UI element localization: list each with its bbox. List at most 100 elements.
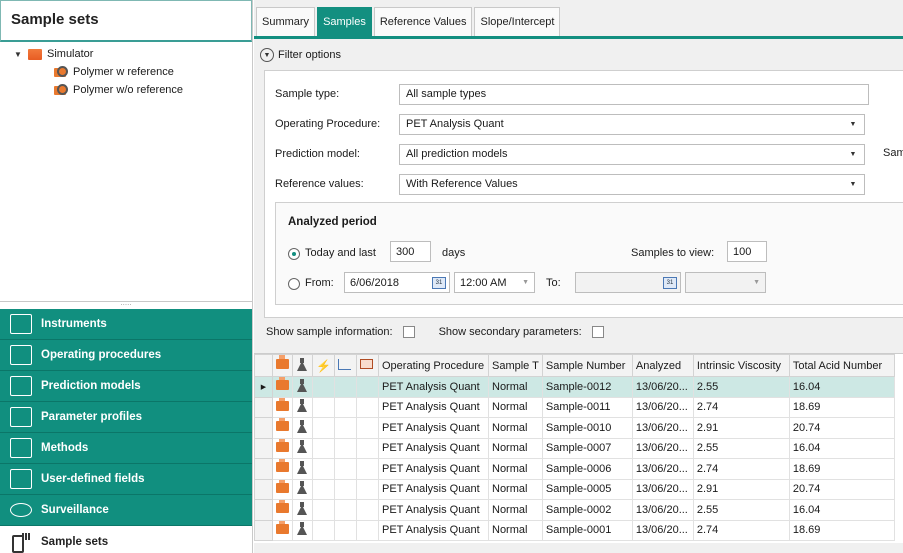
empty-cell <box>334 437 357 459</box>
nav-surveillance[interactable]: Surveillance <box>0 495 252 526</box>
table-row[interactable]: PET Analysis Quant Normal Sample-0010 13/06… <box>254 417 895 439</box>
tab-reference-values[interactable]: Reference Values <box>373 7 473 36</box>
table-row[interactable]: PET Analysis Quant Normal Sample-0011 13/06… <box>254 396 895 418</box>
nav-instruments[interactable]: Instruments <box>0 309 252 340</box>
nav-parameter-profiles[interactable]: Parameter profiles <box>0 402 252 433</box>
days-input[interactable]: 300 <box>390 241 431 262</box>
tab-samples[interactable]: Samples <box>317 7 372 36</box>
prediction-model-select[interactable]: All prediction models ▼ <box>399 143 865 165</box>
show-sample-info-checkbox[interactable] <box>402 326 415 338</box>
reference-values-label: Reference values: <box>275 178 364 190</box>
parameter-chart-icon <box>10 407 32 427</box>
column-header-calendar[interactable] <box>356 354 379 377</box>
sample-type-row: Sample type: All sample types <box>275 83 869 105</box>
from-radio[interactable] <box>288 278 300 290</box>
collapse-chevron-icon[interactable]: ▼ <box>260 48 274 62</box>
operating-procedure-select[interactable]: PET Analysis Quant ▼ <box>399 113 865 135</box>
cell-intrinsic-viscosity: 2.55 <box>692 499 790 521</box>
from-label: From: <box>305 277 334 289</box>
sample-set-icon <box>54 66 68 78</box>
column-header-intrinsic-viscosity[interactable]: Intrinsic Viscosity <box>692 354 790 377</box>
nav-sample-sets[interactable]: Sample sets <box>0 526 252 553</box>
analyzed-period-title: Analyzed period <box>288 216 377 228</box>
nav-label: Sample sets <box>41 535 109 548</box>
table-row[interactable]: PET Analysis Quant Normal Sample-0001 13/06… <box>254 519 895 541</box>
table-row[interactable]: PET Analysis Quant Normal Sample-0006 13/06… <box>254 458 895 480</box>
to-time-input[interactable]: ▼ <box>685 272 766 293</box>
empty-cell <box>334 396 357 418</box>
expand-arrow-icon[interactable]: ▼ <box>14 50 24 59</box>
filter-options-toggle[interactable]: ▼ Filter options <box>260 48 341 62</box>
reference-values-select[interactable]: With Reference Values ▼ <box>399 173 865 195</box>
empty-cell <box>356 458 379 480</box>
nav-prediction-models[interactable]: Prediction models <box>0 371 252 402</box>
cell-analyzed: 13/06/20... <box>631 499 694 521</box>
column-header-flask[interactable] <box>292 354 313 377</box>
time-dropdown-arrow-icon[interactable]: ▼ <box>522 279 529 286</box>
column-header-flag[interactable]: ⚡ <box>312 354 335 377</box>
empty-cell <box>356 519 379 541</box>
today-and-last-radio[interactable] <box>288 248 300 260</box>
grid-footer <box>254 543 903 553</box>
splitter-grip[interactable]: ..... <box>120 298 131 307</box>
field-icon <box>10 469 32 489</box>
dropdown-arrow-icon[interactable]: ▼ <box>842 175 864 194</box>
row-selector[interactable] <box>254 396 273 418</box>
cell-operating-procedure: PET Analysis Quant <box>378 478 489 500</box>
column-header-total-acid-number[interactable]: Total Acid Number <box>788 354 895 377</box>
row-selector[interactable] <box>254 437 273 459</box>
cell-sample-type: Normal <box>488 396 543 418</box>
row-selector[interactable] <box>254 458 273 480</box>
dropdown-arrow-icon[interactable]: ▼ <box>842 115 864 134</box>
tab-slope-intercept[interactable]: Slope/Intercept <box>474 7 561 36</box>
panel-splitter[interactable]: ..... <box>0 298 252 308</box>
empty-cell <box>356 417 379 439</box>
time-dropdown-arrow-icon[interactable]: ▼ <box>753 279 760 286</box>
samples-table: ⚡ Operating Procedure Sample T Sample Nu… <box>254 354 895 541</box>
calendar-icon[interactable]: 31 <box>432 277 446 289</box>
tree-node-label: Polymer w reference <box>73 66 174 78</box>
nav-user-defined-fields[interactable]: User-defined fields <box>0 464 252 495</box>
column-header-sample-number[interactable]: Sample Number <box>541 354 633 377</box>
table-row[interactable]: PET Analysis Quant Normal Sample-0007 13/06… <box>254 437 895 459</box>
table-row[interactable]: PET Analysis Quant Normal Sample-0005 13/06… <box>254 478 895 500</box>
dropdown-arrow-icon[interactable]: ▼ <box>842 145 864 164</box>
folder-icon <box>276 418 289 432</box>
row-selector[interactable] <box>254 478 273 500</box>
panel-title: Sample sets <box>11 11 99 28</box>
tree-node-simulator[interactable]: ▼ Simulator <box>0 45 252 63</box>
from-time-input[interactable]: 12:00 AM ▼ <box>454 272 535 293</box>
row-selector[interactable] <box>254 499 273 521</box>
grid-header-row: ⚡ Operating Procedure Sample T Sample Nu… <box>254 354 895 377</box>
sample-type-field[interactable]: All sample types <box>399 83 869 105</box>
tree-node-polymer-w-reference[interactable]: Polymer w reference <box>0 63 252 81</box>
column-header-chart[interactable] <box>334 354 357 377</box>
empty-cell <box>356 396 379 418</box>
calendar-icon[interactable]: 31 <box>663 277 677 289</box>
row-selector[interactable] <box>254 417 273 439</box>
samples-to-view-input[interactable]: 100 <box>727 241 767 262</box>
current-row-indicator-icon[interactable]: ▶ <box>254 376 273 398</box>
column-header-folder[interactable] <box>272 354 293 377</box>
nav-methods[interactable]: Methods <box>0 433 252 464</box>
calendar-icon <box>360 359 373 369</box>
tab-summary[interactable]: Summary <box>256 7 316 36</box>
flask-icon <box>296 501 308 515</box>
row-selector[interactable] <box>254 519 273 541</box>
column-header-operating-procedure[interactable]: Operating Procedure <box>378 354 489 377</box>
nav-label: Parameter profiles <box>41 411 142 423</box>
nav-label: User-defined fields <box>41 473 145 485</box>
display-options-row: Show sample information: Show secondary … <box>266 326 628 338</box>
filter-panel: Sample type: All sample types Operating … <box>264 70 903 318</box>
cell-intrinsic-viscosity: 2.74 <box>692 458 790 480</box>
column-header-sample-type[interactable]: Sample T <box>488 354 543 377</box>
folder-icon <box>276 377 289 391</box>
table-row[interactable]: ▶ PET Analysis Quant Normal Sample-0012 13/0… <box>254 376 895 398</box>
today-and-last-label: Today and last <box>305 247 376 259</box>
show-secondary-checkbox[interactable] <box>591 326 604 338</box>
empty-cell <box>334 478 357 500</box>
column-header-analyzed[interactable]: Analyzed <box>631 354 694 377</box>
table-row[interactable]: PET Analysis Quant Normal Sample-0002 13/06… <box>254 499 895 521</box>
tree-node-polymer-wo-reference[interactable]: Polymer w/o reference <box>0 81 252 99</box>
nav-operating-procedures[interactable]: Operating procedures <box>0 340 252 371</box>
